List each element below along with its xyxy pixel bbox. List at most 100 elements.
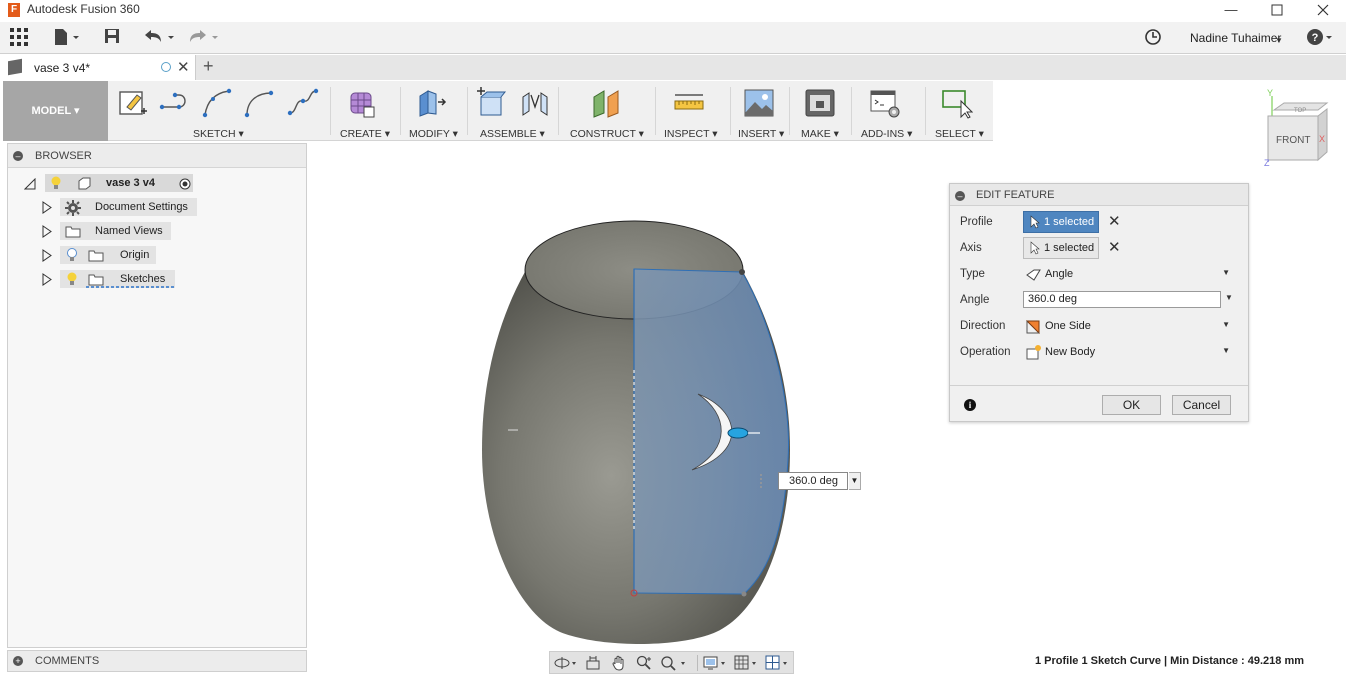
- undo-icon[interactable]: [143, 28, 177, 48]
- direction-value: One Side: [1045, 320, 1091, 332]
- create-menu[interactable]: CREATE ▾: [340, 128, 390, 140]
- expand-icon[interactable]: +: [13, 656, 23, 666]
- select-menu[interactable]: SELECT ▾: [935, 128, 984, 140]
- lightbulb-off-icon[interactable]: [66, 248, 78, 262]
- look-at-icon[interactable]: [585, 655, 601, 671]
- direction-dropdown[interactable]: One Side ▼: [1023, 315, 1235, 337]
- drag-grip-icon[interactable]: [759, 472, 763, 491]
- scripts-addins-icon[interactable]: [869, 87, 901, 119]
- ok-button[interactable]: OK: [1102, 395, 1161, 415]
- create-form-icon[interactable]: [345, 87, 377, 119]
- new-component-icon[interactable]: [475, 87, 507, 119]
- revolve-profile[interactable]: [633, 268, 789, 595]
- orbit-icon[interactable]: [554, 655, 578, 671]
- workspace-switcher[interactable]: MODEL ▾: [3, 81, 108, 141]
- select-label: SELECT: [935, 128, 976, 140]
- expand-arrow-icon[interactable]: [42, 225, 52, 238]
- three-point-arc-icon[interactable]: [243, 87, 275, 119]
- display-settings-icon[interactable]: [703, 655, 729, 671]
- assemble-menu[interactable]: ASSEMBLE ▾: [480, 128, 545, 140]
- dialog-header[interactable]: – EDIT FEATURE: [950, 184, 1248, 206]
- 3d-print-icon[interactable]: [804, 87, 836, 119]
- document-tab[interactable]: vase 3 v4* ✕: [0, 55, 196, 80]
- joint-icon[interactable]: [519, 87, 551, 119]
- type-row: Type Angle ▼: [950, 262, 1248, 286]
- expand-arrow-icon[interactable]: [42, 201, 52, 214]
- lightbulb-icon[interactable]: [50, 176, 62, 190]
- collapse-icon[interactable]: –: [13, 151, 23, 161]
- profile-select-value: 1 selected: [1044, 216, 1095, 228]
- comments-panel[interactable]: + COMMENTS: [7, 650, 307, 672]
- addins-label: ADD-INS: [861, 128, 905, 140]
- close-tab-icon[interactable]: ✕: [177, 58, 190, 76]
- fit-icon[interactable]: [660, 655, 688, 671]
- job-status-icon[interactable]: [1144, 28, 1162, 48]
- create-sketch-icon[interactable]: [117, 87, 149, 119]
- spline-icon[interactable]: [287, 87, 319, 119]
- measure-icon[interactable]: [673, 87, 705, 119]
- grid-icon[interactable]: [734, 655, 760, 671]
- zoom-icon[interactable]: [636, 655, 652, 671]
- activate-radio-icon[interactable]: [179, 178, 191, 190]
- profile-label: Profile: [960, 216, 993, 228]
- insert-menu[interactable]: INSERT ▾: [738, 128, 784, 140]
- new-tab-icon[interactable]: +: [203, 56, 214, 77]
- browser-item-sketches[interactable]: Sketches: [42, 270, 212, 290]
- sketch-menu[interactable]: SKETCH ▾: [193, 128, 244, 140]
- angle-input[interactable]: 360.0 deg: [1023, 291, 1221, 308]
- title-bar: F Autodesk Fusion 360 —: [0, 0, 1346, 20]
- pan-icon[interactable]: [611, 655, 627, 671]
- window-title: Autodesk Fusion 360: [27, 2, 140, 16]
- user-dropdown-icon[interactable]: ▼: [1275, 31, 1283, 51]
- info-icon[interactable]: i: [964, 399, 976, 411]
- insert-image-icon[interactable]: [743, 87, 775, 119]
- clear-profile-icon[interactable]: ✕: [1108, 212, 1121, 230]
- svg-text:?: ?: [1312, 32, 1319, 44]
- profile-select-button[interactable]: 1 selected: [1023, 211, 1099, 233]
- direction-row: Direction One Side ▼: [950, 314, 1248, 338]
- press-pull-icon[interactable]: [415, 87, 447, 119]
- addins-menu[interactable]: ADD-INS ▾: [861, 128, 912, 140]
- save-icon[interactable]: [104, 28, 120, 48]
- construct-menu[interactable]: CONSTRUCT ▾: [570, 128, 644, 140]
- browser-root-node[interactable]: vase 3 v4: [24, 174, 204, 194]
- maximize-icon[interactable]: [1254, 0, 1300, 20]
- angle-dropdown-arrow-icon[interactable]: ▼: [849, 472, 861, 490]
- select-icon[interactable]: [941, 87, 973, 119]
- close-icon[interactable]: [1300, 0, 1346, 20]
- help-icon[interactable]: ?: [1306, 28, 1334, 48]
- type-dropdown[interactable]: Angle ▼: [1023, 263, 1235, 285]
- clear-axis-icon[interactable]: ✕: [1108, 238, 1121, 256]
- cancel-button[interactable]: Cancel: [1172, 395, 1231, 415]
- browser-item-named-views[interactable]: Named Views: [42, 222, 212, 242]
- make-menu[interactable]: MAKE ▾: [801, 128, 839, 140]
- redo-icon[interactable]: [188, 28, 222, 48]
- arc-icon[interactable]: [201, 87, 233, 119]
- modify-menu[interactable]: MODIFY ▾: [409, 128, 458, 140]
- user-name[interactable]: Nadine Tuhaimer: [1190, 31, 1281, 45]
- lightbulb-icon[interactable]: [66, 272, 78, 286]
- line-icon[interactable]: [159, 87, 191, 119]
- browser-header[interactable]: – BROWSER: [8, 144, 306, 168]
- operation-dropdown[interactable]: New Body ▼: [1023, 341, 1235, 363]
- expand-arrow-icon[interactable]: [42, 249, 52, 262]
- dialog-footer: i OK Cancel: [950, 385, 1248, 421]
- browser-item-document-settings[interactable]: Document Settings: [42, 198, 212, 218]
- viewcube-top-face[interactable]: TOP: [1294, 108, 1306, 114]
- angle-dropdown-icon[interactable]: ▼: [1225, 293, 1233, 302]
- collapse-icon[interactable]: –: [955, 191, 965, 201]
- minimize-icon[interactable]: —: [1208, 0, 1254, 20]
- rotate-manipulator-handle[interactable]: [727, 427, 749, 439]
- sketch-point[interactable]: [739, 269, 745, 275]
- angle-input-canvas[interactable]: 360.0 deg: [778, 472, 848, 490]
- viewports-icon[interactable]: [765, 655, 791, 671]
- file-icon[interactable]: [54, 28, 82, 48]
- grid-menu-icon[interactable]: [10, 28, 28, 48]
- sketch-point[interactable]: [741, 591, 747, 597]
- inspect-menu[interactable]: INSPECT ▾: [664, 128, 718, 140]
- browser-item-origin[interactable]: Origin: [42, 246, 212, 266]
- expand-triangle-icon[interactable]: [24, 178, 36, 190]
- axis-select-button[interactable]: 1 selected: [1023, 237, 1099, 259]
- expand-arrow-icon[interactable]: [42, 273, 52, 286]
- offset-plane-icon[interactable]: [590, 87, 622, 119]
